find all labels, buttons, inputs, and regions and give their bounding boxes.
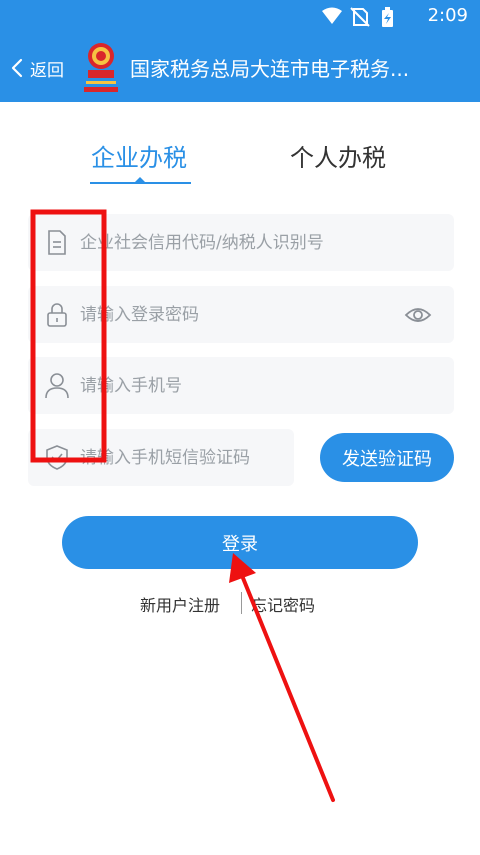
status-time: 2:09 <box>427 5 468 26</box>
annotation-overlay <box>30 209 335 802</box>
no-sim-icon <box>350 7 370 27</box>
link-divider <box>241 592 242 614</box>
active-tab-indicator <box>90 182 191 184</box>
battery-charging-icon <box>382 7 393 27</box>
eye-icon[interactable] <box>404 302 432 328</box>
tab-personal-tax[interactable]: 个人办税 <box>290 138 386 173</box>
login-button[interactable]: 登录 <box>62 516 418 569</box>
wifi-icon <box>322 7 342 24</box>
sms-code-field[interactable] <box>28 429 294 486</box>
sms-code-input[interactable] <box>80 429 280 486</box>
tax-bureau-emblem-icon <box>84 43 118 92</box>
password-field[interactable] <box>28 286 454 343</box>
back-button[interactable]: 返回 <box>8 52 72 84</box>
status-icons <box>322 7 393 27</box>
tab-enterprise-tax[interactable]: 企业办税 <box>91 138 187 173</box>
shield-icon <box>46 445 68 470</box>
app-title: 国家税务总局大连市电子税务... <box>130 57 410 81</box>
phone-input[interactable] <box>80 357 410 414</box>
forgot-password-link[interactable]: 忘记密码 <box>251 592 315 616</box>
status-bar: 2:09 <box>0 0 480 34</box>
password-input[interactable] <box>80 286 410 343</box>
back-label: 返回 <box>30 60 64 81</box>
chevron-left-icon <box>11 58 23 78</box>
send-code-button[interactable]: 发送验证码 <box>320 433 454 482</box>
credit-code-input[interactable] <box>80 214 410 271</box>
credit-code-field[interactable] <box>28 214 454 271</box>
document-icon <box>48 230 66 255</box>
lock-icon <box>47 303 67 327</box>
tab-bar: 企业办税 个人办税 <box>0 130 480 190</box>
account-links: 新用户注册 忘记密码 <box>0 590 480 620</box>
active-tab-caret <box>135 177 145 182</box>
phone-field[interactable] <box>28 357 454 414</box>
register-link[interactable]: 新用户注册 <box>140 592 220 616</box>
user-icon <box>45 373 69 399</box>
app-bar: 返回 国家税务总局大连市电子税务... <box>0 34 480 102</box>
